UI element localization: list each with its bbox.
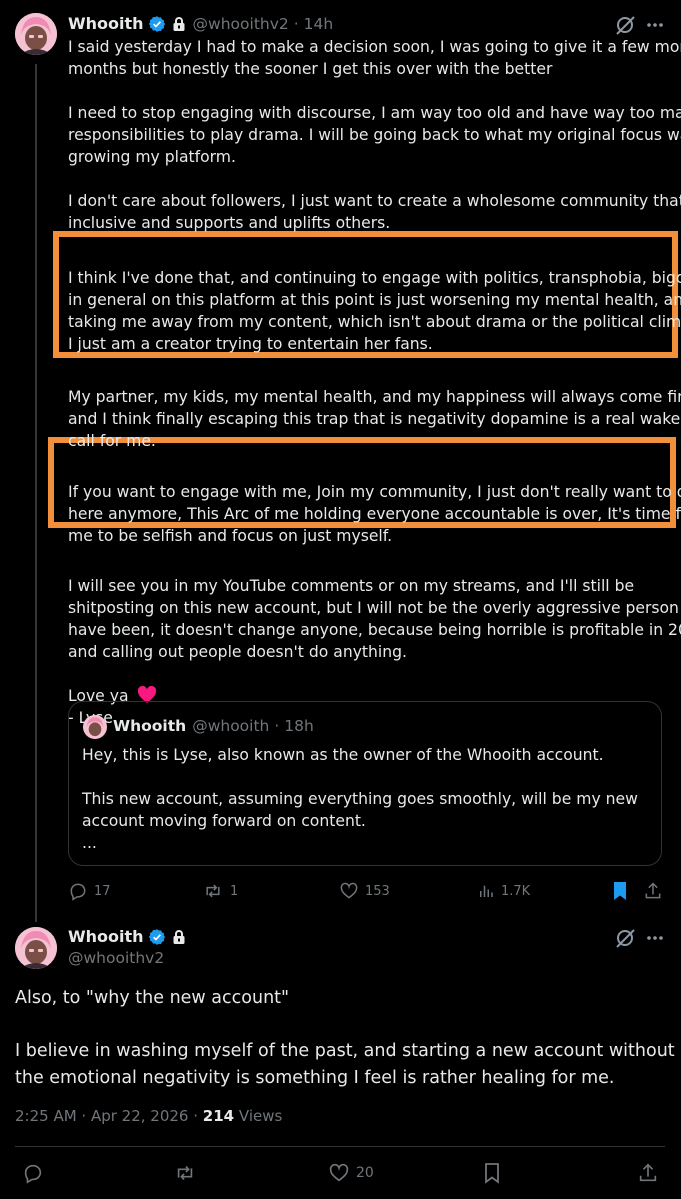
- highlighted-paragraph: I think I've done that, and continuing t…: [68, 269, 681, 353]
- like-button[interactable]: 20: [328, 1162, 374, 1184]
- avatar-image: [15, 13, 57, 55]
- main-header: Whooith: [68, 927, 187, 946]
- bookmark-button[interactable]: [610, 880, 630, 902]
- repost-button[interactable]: [173, 1162, 197, 1184]
- lock-icon: [173, 929, 185, 944]
- share-button[interactable]: [637, 1162, 659, 1184]
- main-action-bar: 20: [15, 1161, 665, 1185]
- verified-badge-icon: [148, 928, 165, 945]
- analytics-icon: [480, 885, 493, 897]
- views-count: 214: [202, 1107, 235, 1125]
- author-name[interactable]: Whooith: [68, 14, 144, 33]
- quoted-tweet[interactable]: Whooith @whooith · 18h Hey, this is Lyse…: [68, 701, 662, 866]
- quoted-avatar: [83, 715, 107, 739]
- verified-badge-icon: [148, 15, 165, 32]
- reply-action-bar: 17 1 153 1.7K: [68, 880, 668, 902]
- like-button[interactable]: 153: [339, 881, 390, 901]
- paragraph: My partner, my kids, my mental health, a…: [68, 388, 681, 450]
- highlighted-paragraph: If you want to engage with me, Join my c…: [68, 483, 681, 545]
- reply-button[interactable]: [22, 1162, 44, 1184]
- share-icon: [639, 1163, 657, 1182]
- quoted-author-name: Whooith: [113, 717, 187, 735]
- reply-header: Whooith @whooithv2 · 14h: [68, 14, 333, 33]
- post-timestamp[interactable]: 2:25 AM · Apr 22, 2026 ·: [15, 1107, 198, 1125]
- thread-line: [35, 64, 37, 922]
- reply-count: 17: [94, 883, 111, 899]
- reply-button[interactable]: 17: [68, 881, 111, 901]
- author-handle[interactable]: @whooithv2: [193, 15, 289, 33]
- more-options-icon[interactable]: [644, 14, 666, 36]
- paragraph: I need to stop engaging with discourse, …: [68, 104, 681, 166]
- avatar[interactable]: [15, 13, 57, 55]
- paragraph: I will see you in my YouTube comments or…: [68, 577, 681, 661]
- reply-icon: [70, 883, 86, 901]
- quoted-post-time: · 18h: [274, 717, 314, 735]
- paragraph: I don't care about followers, I just wan…: [68, 192, 681, 232]
- like-count: 153: [365, 883, 390, 899]
- reply-icon: [24, 1164, 42, 1184]
- main-avatar[interactable]: [15, 927, 57, 969]
- divider: [15, 1146, 665, 1147]
- heart-icon: [340, 882, 358, 899]
- quoted-body: Hey, this is Lyse, also known as the own…: [82, 746, 638, 852]
- quoted-author-handle: @whooith: [192, 717, 270, 735]
- share-icon: [645, 882, 661, 899]
- grok-icon[interactable]: [614, 927, 636, 949]
- repost-icon: [206, 884, 220, 898]
- bookmark-filled-icon: [614, 882, 626, 900]
- repost-count: 1: [230, 883, 239, 899]
- main-body: Also, to "why the new account" I believe…: [15, 988, 675, 1088]
- bookmark-icon: [485, 1163, 499, 1184]
- repost-icon: [177, 1165, 193, 1181]
- main-author-handle[interactable]: @whooithv2: [68, 949, 164, 967]
- repost-button[interactable]: 1: [202, 881, 238, 901]
- bookmark-button[interactable]: [482, 1162, 502, 1184]
- share-button[interactable]: [643, 881, 663, 901]
- post-metadata: 2:25 AM · Apr 22, 2026 · 214 Views: [15, 1107, 282, 1125]
- like-count: 20: [356, 1165, 374, 1181]
- views-button[interactable]: 1.7K: [477, 881, 530, 901]
- main-author-name[interactable]: Whooith: [68, 927, 144, 946]
- avatar-image: [15, 927, 57, 969]
- post-time[interactable]: · 14h: [294, 15, 333, 33]
- more-options-icon[interactable]: [644, 927, 666, 949]
- grok-icon[interactable]: [614, 14, 636, 36]
- views-count: 1.7K: [501, 883, 531, 899]
- reply-body: I said yesterday I had to make a decisio…: [68, 36, 681, 729]
- paragraph: I said yesterday I had to make a decisio…: [68, 38, 681, 78]
- heart-icon: [329, 1163, 349, 1182]
- views-label: Views: [238, 1107, 283, 1125]
- lock-icon: [173, 16, 185, 31]
